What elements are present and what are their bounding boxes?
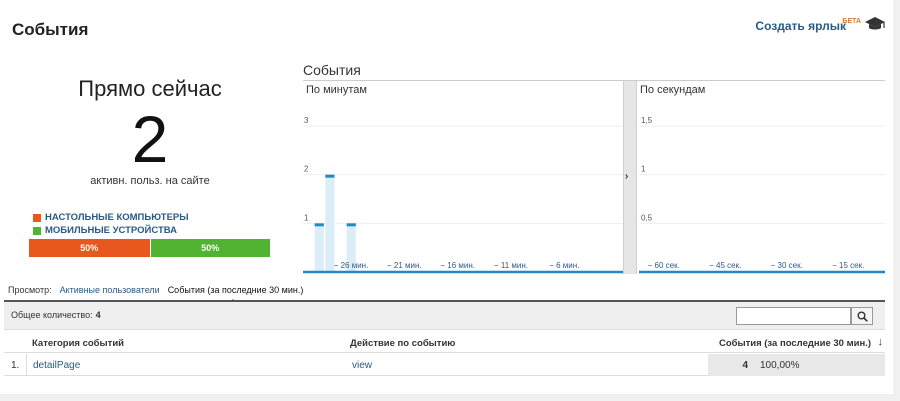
- mobile-swatch: [33, 226, 41, 235]
- events-table: Общее количество: 4 Категория событий Дей…: [4, 300, 885, 377]
- legend-mobile: МОБИЛЬНЫЕ УСТРОЙСТВА: [33, 225, 177, 236]
- legend-mobile-label: МОБИЛЬНЫЕ УСТРОЙСТВА: [45, 225, 178, 236]
- minute-bar: [325, 174, 335, 272]
- total-label-text: Общее количество:: [11, 310, 93, 320]
- chart-title: События: [303, 62, 361, 78]
- table-row: 1. detailPage view 4 100,00%: [4, 354, 885, 376]
- minute-y-tick: 3: [304, 116, 309, 125]
- event-category-link[interactable]: detailPage: [33, 354, 80, 376]
- search-button[interactable]: [851, 307, 873, 325]
- minute-y-tick: 2: [304, 165, 309, 174]
- desktop-swatch: [33, 213, 41, 222]
- event-action-link[interactable]: view: [352, 354, 372, 376]
- col-events-count[interactable]: События (за последние 30 мин.): [719, 338, 871, 349]
- view-label: Просмотр:: [8, 285, 52, 295]
- minute-bar-cap: [346, 223, 356, 227]
- col-event-action[interactable]: Действие по событию: [350, 338, 455, 349]
- total-row: Общее количество: 4: [4, 302, 885, 330]
- second-x-tick: − 15 сек.: [832, 261, 864, 270]
- tab-active-users[interactable]: Активные пользователи: [60, 285, 160, 295]
- event-percent: 100,00%: [760, 359, 800, 371]
- view-switcher: Просмотр: Активные пользователи События …: [8, 285, 303, 304]
- minute-x-tick: − 26 мин.: [334, 261, 369, 270]
- minute-x-tick: − 21 мин.: [387, 261, 422, 270]
- main-panel: События Создать ярлык БЕТА Прямо сейчас …: [0, 0, 893, 394]
- table-search-input[interactable]: [736, 307, 851, 325]
- desktop-share-segment: 50%: [29, 239, 150, 257]
- active-users-count: 2: [131, 102, 169, 176]
- tab-events-30min[interactable]: События (за последние 30 мин.): [168, 285, 303, 304]
- col-event-category[interactable]: Категория событий: [32, 338, 124, 349]
- second-x-tick: − 60 сек.: [648, 261, 680, 270]
- count-cell: 4 100,00%: [708, 354, 885, 376]
- second-x-tick: − 45 сек.: [709, 261, 741, 270]
- row-index: 1.: [11, 359, 20, 371]
- mobile-share-segment: 50%: [149, 239, 270, 257]
- minute-bar-cap: [325, 174, 335, 178]
- event-count: 4: [742, 359, 748, 371]
- legend-desktop-label: НАСТОЛЬНЫЕ КОМПЬЮТЕРЫ: [45, 212, 189, 223]
- row-divider: [26, 354, 27, 376]
- events-chart: 3 2 1 − 26 мин. − 21 мин. − 16 мин. − 11 мин. −…: [303, 116, 885, 274]
- legend-desktop: НАСТОЛЬНЫЕ КОМПЬЮТЕРЫ: [33, 212, 189, 223]
- beta-badge: БЕТА: [842, 18, 861, 25]
- minute-y-tick: 1: [304, 213, 309, 222]
- search-icon: [857, 311, 868, 322]
- table-header: Категория событий Действие по событию Со…: [4, 333, 885, 353]
- minute-x-tick: − 6 мин.: [549, 261, 579, 270]
- second-y-tick: 1,5: [641, 116, 653, 125]
- total-label: Общее количество: 4: [11, 310, 101, 320]
- graduation-cap-icon[interactable]: [864, 15, 886, 33]
- sort-down-icon[interactable]: ↓: [878, 336, 884, 348]
- minute-x-tick: − 11 мин.: [494, 261, 528, 270]
- right-now-title: Прямо сейчас: [78, 76, 222, 101]
- minute-bar: [314, 223, 324, 272]
- second-y-tick: 1: [641, 165, 646, 174]
- minute-bar-cap: [314, 223, 324, 227]
- active-users-subtitle: активн. польз. на сайте: [90, 175, 210, 187]
- create-shortcut-link[interactable]: Создать ярлык: [755, 19, 846, 33]
- second-y-tick: 0,5: [641, 213, 653, 222]
- device-split-bar: 50% 50%: [29, 239, 270, 257]
- page-title: События: [12, 20, 89, 39]
- minute-x-tick: − 16 мин.: [440, 261, 475, 270]
- total-value: 4: [95, 310, 101, 320]
- second-x-tick: − 30 сек.: [771, 261, 803, 270]
